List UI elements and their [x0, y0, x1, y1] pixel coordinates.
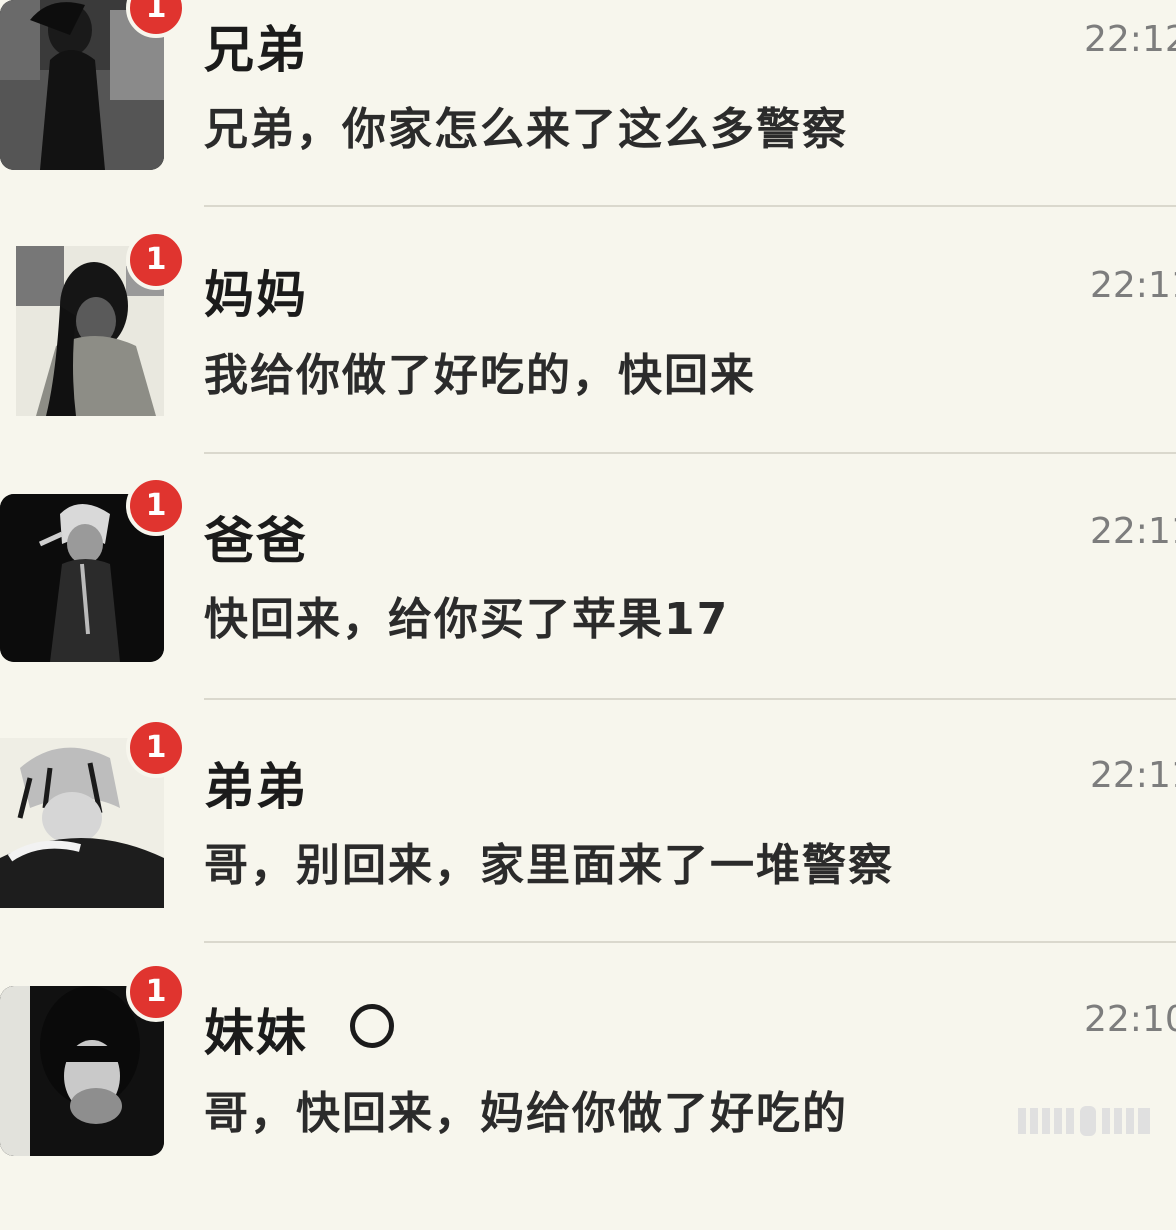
chat-item-mom[interactable]: 1 妈妈 我给你做了好吃的，快回来 22:11: [0, 230, 1176, 492]
message-preview: 快回来，给你买了苹果17: [204, 594, 730, 645]
chat-item-younger-brother[interactable]: 1 弟弟 哥，别回来，家里面来了一堆警察 22:11: [0, 718, 1176, 984]
contact-name: 妹妹: [204, 1004, 308, 1062]
contact-name: 兄弟: [204, 21, 308, 79]
divider: [204, 941, 1176, 943]
contact-name: 爸爸: [204, 512, 308, 570]
watermark-icon: [1018, 1106, 1150, 1136]
chat-item-brother[interactable]: 1 兄弟 兄弟，你家怎么来了这么多警察 22:12: [0, 0, 1176, 246]
message-time: 22:11: [1090, 755, 1176, 796]
message-preview: 哥，快回来，妈给你做了好吃的: [204, 1088, 848, 1139]
message-preview: 我给你做了好吃的，快回来: [204, 350, 756, 401]
contact-name: 弟弟: [204, 758, 308, 816]
message-preview: 哥，别回来，家里面来了一堆警察: [204, 840, 894, 891]
message-preview: 兄弟，你家怎么来了这么多警察: [204, 104, 848, 155]
unread-badge: 1: [126, 476, 186, 536]
unread-badge: 1: [126, 230, 186, 290]
unread-badge: 1: [126, 718, 186, 778]
message-time: 22:12: [1084, 19, 1176, 60]
unread-badge: 1: [126, 962, 186, 1022]
contact-name: 妈妈: [204, 266, 308, 324]
message-time: 22:11: [1090, 265, 1176, 306]
divider: [204, 205, 1176, 207]
message-time: 22:11: [1090, 511, 1176, 552]
chat-item-sister[interactable]: 1 妹妹 哥，快回来，妈给你做了好吃的 22:10: [0, 962, 1176, 1230]
message-time: 22:10: [1084, 999, 1176, 1040]
divider: [204, 698, 1176, 700]
mute-icon: [350, 1004, 394, 1048]
chat-list: 1 兄弟 兄弟，你家怎么来了这么多警察 22:12 1 妈妈 我给你做了好吃的，…: [0, 0, 1176, 1160]
divider: [204, 452, 1176, 454]
chat-item-dad[interactable]: 1 爸爸 快回来，给你买了苹果17 22:11: [0, 476, 1176, 738]
